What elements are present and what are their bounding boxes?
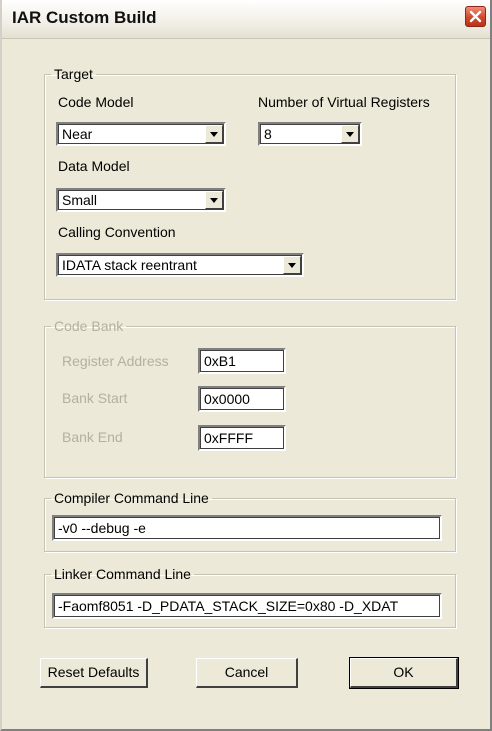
cancel-button[interactable]: Cancel [196,658,298,688]
register-address-label: Register Address [62,353,169,369]
code-model-label: Code Model [58,94,134,110]
window-title: IAR Custom Build [12,8,157,27]
title-bar[interactable]: IAR Custom Build [2,0,490,39]
bank-start-label: Bank Start [62,390,128,406]
calling-convention-select[interactable]: IDATA stack reentrant [56,253,304,277]
chevron-down-icon[interactable] [283,256,301,274]
dialog-window: IAR Custom Build Target Code Model Numbe… [0,0,492,731]
virtual-registers-select[interactable]: 8 [258,122,362,146]
chevron-down-icon[interactable] [205,191,223,209]
data-model-label: Data Model [58,158,130,174]
bank-end-field[interactable]: 0xFFFF [198,425,286,451]
linker-command-input[interactable]: -Faomf8051 -D_PDATA_STACK_SIZE=0x80 -D_X… [52,593,442,619]
chevron-down-icon[interactable] [341,125,359,143]
calling-convention-value: IDATA stack reentrant [62,257,197,273]
bank-start-field[interactable]: 0x0000 [198,386,286,412]
code-model-select[interactable]: Near [56,122,226,146]
data-model-value: Small [62,192,98,208]
virtual-registers-label: Number of Virtual Registers [258,94,430,110]
register-address-field[interactable]: 0xB1 [198,348,286,374]
chevron-down-icon[interactable] [205,125,223,143]
close-button[interactable] [465,6,486,27]
close-icon [469,10,482,23]
virtual-registers-value: 8 [264,126,272,142]
compiler-legend: Compiler Command Line [54,490,209,506]
reset-defaults-button[interactable]: Reset Defaults [40,658,148,688]
ok-button[interactable]: OK [349,657,459,689]
target-legend: Target [54,66,93,82]
code-bank-legend: Code Bank [54,318,124,334]
linker-legend: Linker Command Line [54,566,191,582]
compiler-command-input[interactable]: -v0 --debug -e [52,515,442,541]
calling-convention-label: Calling Convention [58,224,176,240]
code-model-value: Near [62,126,93,142]
bank-end-label: Bank End [62,429,123,445]
data-model-select[interactable]: Small [56,188,226,212]
